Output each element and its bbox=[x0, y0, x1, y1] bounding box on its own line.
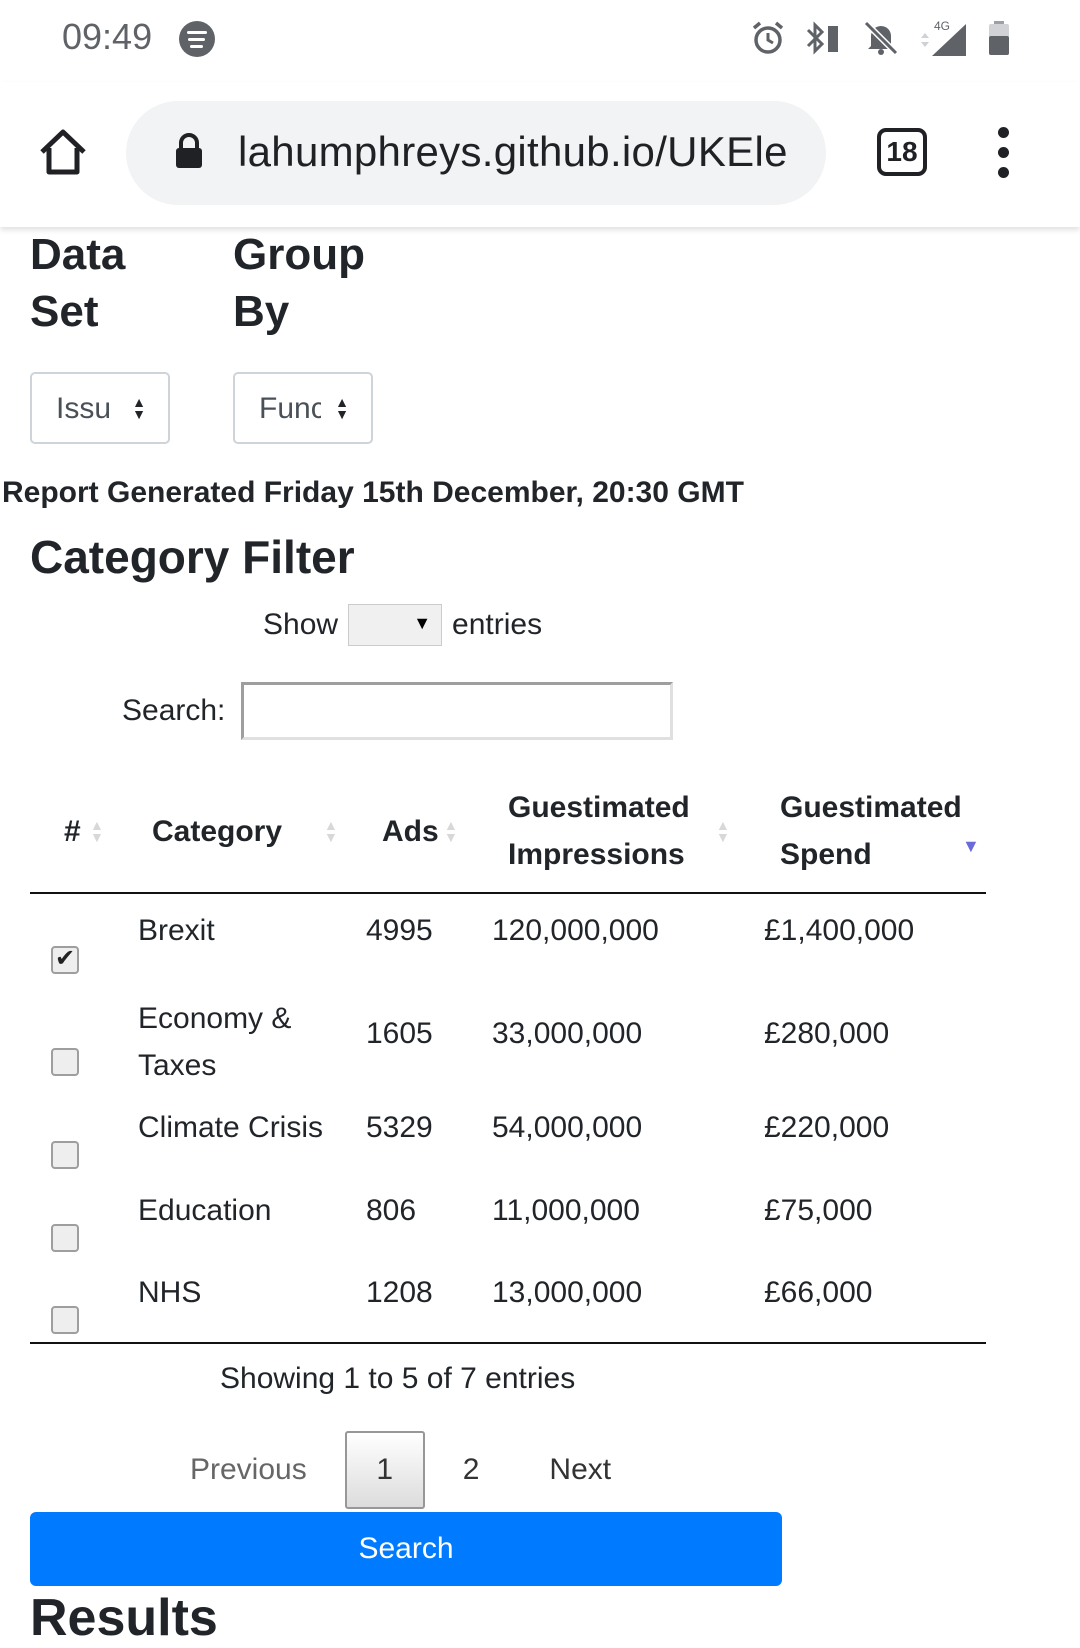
entries-label: entries bbox=[452, 608, 543, 641]
table-row: Economy & Taxes 1605 33,000,000 £280,000 bbox=[30, 993, 986, 1093]
bluetooth-icon bbox=[806, 21, 838, 55]
sort-icon: ▲ ▼ bbox=[716, 817, 730, 845]
impressions-cell: 13,000,000 bbox=[492, 1260, 744, 1344]
table-row: NHS 1208 13,000,000 £66,000 bbox=[30, 1260, 986, 1344]
show-label: Show bbox=[263, 608, 339, 641]
next-page-button[interactable]: Next bbox=[549, 1453, 611, 1487]
column-header-ads[interactable]: Ads ▲ ▼ bbox=[366, 770, 492, 894]
category-cell: Economy & Taxes bbox=[138, 1002, 292, 1082]
spotify-icon bbox=[179, 21, 215, 57]
table-row: Education 806 11,000,000 £75,000 bbox=[30, 1177, 986, 1260]
data-set-label: Data Set bbox=[30, 230, 126, 336]
search-input[interactable] bbox=[241, 682, 674, 740]
category-cell: Brexit bbox=[138, 914, 215, 947]
ads-cell: 1208 bbox=[366, 1260, 492, 1344]
url-text: lahumphreys.github.io/UKEle bbox=[238, 128, 788, 175]
group-by-select[interactable]: Func ▲ ▼ bbox=[233, 372, 373, 444]
checkbox-icon[interactable] bbox=[51, 1048, 79, 1076]
ads-cell: 4995 bbox=[366, 914, 433, 947]
muted-bell-icon bbox=[863, 20, 899, 56]
address-bar[interactable]: lahumphreys.github.io/UKEle bbox=[126, 101, 826, 205]
spend-cell: £1,400,000 bbox=[764, 914, 915, 947]
checkbox-icon[interactable] bbox=[51, 944, 79, 974]
ads-cell: 5329 bbox=[366, 1111, 433, 1144]
tabs-icon[interactable]: 18 bbox=[877, 128, 927, 176]
category-cell: Education bbox=[138, 1194, 272, 1227]
sort-desc-icon: ▼ bbox=[962, 835, 980, 856]
impressions-cell: 11,000,000 bbox=[492, 1194, 640, 1227]
checkbox-icon[interactable] bbox=[51, 1141, 79, 1169]
select-arrows-icon: ▲ ▼ bbox=[335, 394, 349, 422]
impressions-cell: 120,000,000 bbox=[492, 914, 659, 947]
show-entries-control: Show ▼ entries bbox=[263, 604, 542, 646]
select-arrows-icon: ▲ ▼ bbox=[132, 394, 146, 422]
spend-cell: £280,000 bbox=[764, 1017, 890, 1050]
ads-cell: 1605 bbox=[366, 1017, 433, 1050]
sort-icon: ▲ ▼ bbox=[90, 817, 104, 845]
signal-icon: 4G bbox=[921, 19, 966, 56]
battery-icon bbox=[989, 21, 1009, 55]
alarm-icon bbox=[752, 21, 784, 54]
overflow-menu-icon[interactable] bbox=[998, 127, 1010, 187]
sort-icon: ▲ ▼ bbox=[444, 817, 458, 845]
previous-page-button[interactable]: Previous bbox=[190, 1453, 307, 1487]
table-row: Brexit 4995 120,000,000 £1,400,000 bbox=[30, 893, 986, 993]
group-by-label: Group By bbox=[233, 230, 365, 336]
search-label: Search: bbox=[122, 694, 226, 727]
entries-length-select[interactable]: ▼ bbox=[348, 604, 443, 646]
page-2-button[interactable]: 2 bbox=[463, 1453, 480, 1487]
ads-cell: 806 bbox=[366, 1194, 417, 1227]
table-header-row: # ▲ ▼ Category ▲ ▼ Ads ▲ ▼ Guestimated Impress… bbox=[30, 770, 986, 894]
column-header-category[interactable]: Category ▲ ▼ bbox=[138, 770, 366, 894]
clock: 09:49 bbox=[62, 16, 153, 57]
category-cell: NHS bbox=[138, 1260, 366, 1344]
dropdown-arrow-icon: ▼ bbox=[413, 613, 432, 633]
column-header-spend[interactable]: Guestimated Spend ▼ bbox=[744, 770, 986, 894]
checkbox-icon[interactable] bbox=[51, 1224, 79, 1252]
home-icon[interactable] bbox=[36, 126, 90, 180]
impressions-cell: 33,000,000 bbox=[492, 1017, 643, 1050]
sort-icon: ▲ ▼ bbox=[324, 817, 338, 845]
svg-text:4G: 4G bbox=[934, 19, 950, 33]
spend-cell: £220,000 bbox=[764, 1111, 890, 1144]
checkbox-icon[interactable] bbox=[51, 1306, 79, 1334]
category-table: # ▲ ▼ Category ▲ ▼ Ads ▲ ▼ Guestimated Impress… bbox=[30, 770, 986, 1344]
status-icons: 4G bbox=[750, 18, 1010, 58]
category-filter-title: Category Filter bbox=[30, 531, 355, 583]
spend-cell: £75,000 bbox=[764, 1194, 873, 1227]
table-search: Search: bbox=[122, 682, 674, 740]
page-1-button[interactable]: 1 bbox=[344, 1431, 425, 1509]
impressions-cell: 54,000,000 bbox=[492, 1111, 643, 1144]
lock-icon bbox=[176, 133, 202, 168]
report-generated-text: Report Generated Friday 15th December, 2… bbox=[2, 476, 744, 509]
column-header-number[interactable]: # ▲ ▼ bbox=[30, 770, 138, 894]
category-cell: Climate Crisis bbox=[138, 1111, 324, 1144]
table-row: Climate Crisis 5329 54,000,000 £220,000 bbox=[30, 1093, 986, 1177]
search-button[interactable]: Search bbox=[30, 1512, 782, 1586]
pagination: Previous 1 2 Next bbox=[190, 1430, 611, 1510]
column-header-impressions[interactable]: Guestimated Impressions ▲ ▼ bbox=[492, 770, 744, 894]
status-bar: 09:49 4G bbox=[0, 0, 1080, 82]
spend-cell: £66,000 bbox=[744, 1260, 986, 1344]
results-heading: Results bbox=[30, 1589, 218, 1647]
browser-toolbar: lahumphreys.github.io/UKEle 18 bbox=[0, 82, 1080, 227]
table-info: Showing 1 to 5 of 7 entries bbox=[220, 1362, 576, 1395]
data-set-select[interactable]: Issu ▲ ▼ bbox=[30, 372, 170, 444]
